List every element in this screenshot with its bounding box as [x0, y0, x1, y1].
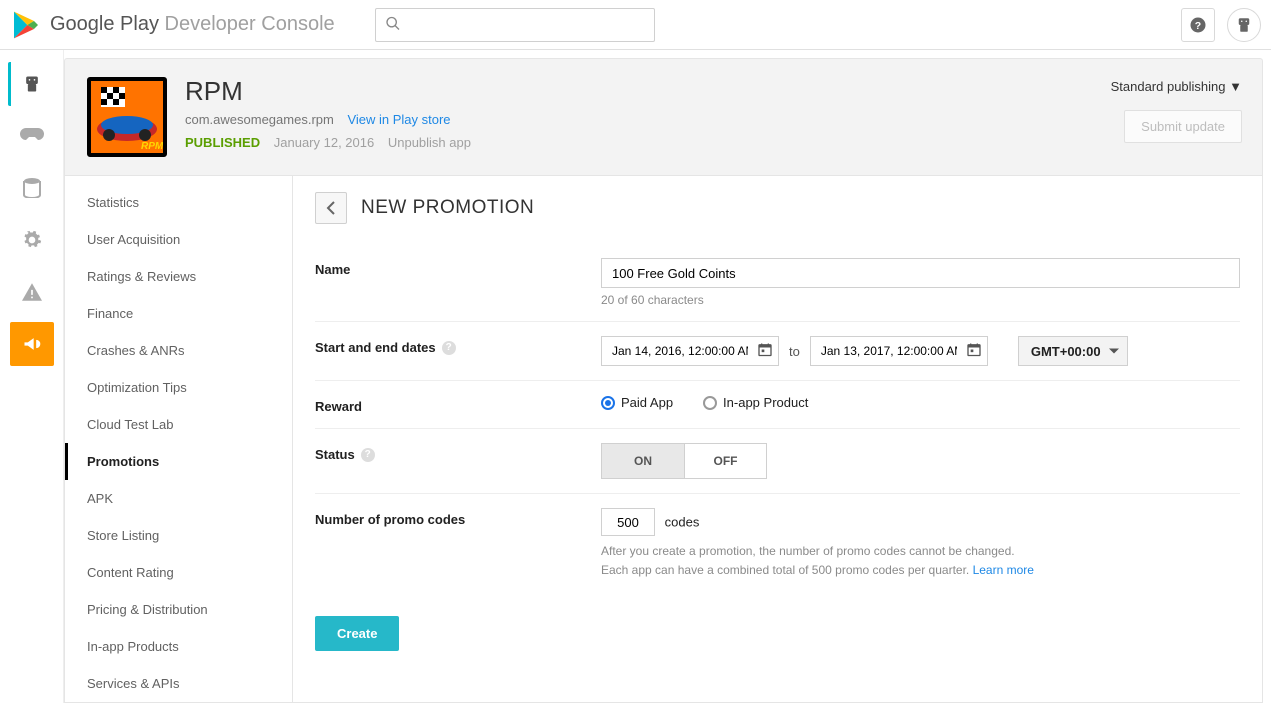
help-button[interactable]: ?	[1181, 8, 1215, 42]
status-label: Status	[315, 447, 355, 462]
promo-codes-label: Number of promo codes	[315, 508, 601, 527]
brand-title: Google Play Developer Console	[50, 13, 335, 36]
publish-status: PUBLISHED	[185, 135, 260, 150]
submit-update-button[interactable]: Submit update	[1124, 110, 1242, 143]
status-help-icon[interactable]: ?	[361, 448, 375, 462]
back-button[interactable]	[315, 192, 347, 224]
dates-help-icon[interactable]: ?	[442, 341, 456, 355]
sidebar-item-store-listing[interactable]: Store Listing	[65, 517, 292, 554]
radio-checked-icon	[601, 396, 615, 410]
rail-item-android[interactable]	[8, 62, 52, 106]
rail-item-promotions[interactable]	[10, 322, 54, 366]
search-icon	[385, 15, 401, 34]
sidebar-item-crashes-anrs[interactable]: Crashes & ANRs	[65, 332, 292, 369]
promotion-name-input[interactable]	[601, 258, 1240, 288]
main-content: NEW PROMOTION Name 20 of 60 characters S…	[293, 176, 1262, 702]
play-logo-icon	[10, 9, 42, 41]
name-label: Name	[315, 258, 601, 277]
sidebar-item-promotions[interactable]: Promotions	[65, 443, 292, 480]
end-date-input[interactable]	[810, 336, 988, 366]
sidebar-item-in-app-products[interactable]: In-app Products	[65, 628, 292, 665]
reward-paid-app-radio[interactable]: Paid App	[601, 395, 673, 410]
app-header: RPM RPM com.awesomegames.rpm View in Pla…	[64, 58, 1263, 176]
sidebar-item-cloud-test-lab[interactable]: Cloud Test Lab	[65, 406, 292, 443]
create-button[interactable]: Create	[315, 616, 399, 651]
app-title: RPM	[185, 77, 471, 106]
rail-item-games[interactable]	[10, 114, 54, 158]
reward-label: Reward	[315, 395, 601, 414]
icon-rail	[0, 50, 64, 703]
start-date-input[interactable]	[601, 336, 779, 366]
rail-item-alerts[interactable]	[10, 270, 54, 314]
reward-in-app-product-radio[interactable]: In-app Product	[703, 395, 808, 410]
rail-item-settings[interactable]	[10, 218, 54, 262]
codes-unit: codes	[665, 515, 700, 530]
sidebar-item-finance[interactable]: Finance	[65, 295, 292, 332]
view-in-store-link[interactable]: View in Play store	[347, 112, 450, 127]
sidebar-item-optimization-tips[interactable]: Optimization Tips	[65, 369, 292, 406]
sidebar-item-user-acquisition[interactable]: User Acquisition	[65, 221, 292, 258]
svg-text:?: ?	[1195, 19, 1201, 31]
publishing-mode-dropdown[interactable]: Standard publishing ▼	[1111, 79, 1242, 94]
publish-date: January 12, 2016	[274, 135, 374, 150]
sidebar-item-statistics[interactable]: Statistics	[65, 184, 292, 221]
dates-label: Start and end dates	[315, 340, 436, 355]
sidebar-item-content-rating[interactable]: Content Rating	[65, 554, 292, 591]
radio-unchecked-icon	[703, 396, 717, 410]
unpublish-link[interactable]: Unpublish app	[388, 135, 471, 150]
svg-text:RPM: RPM	[141, 141, 163, 152]
package-name: com.awesomegames.rpm	[185, 112, 334, 127]
sidebar: Statistics User Acquisition Ratings & Re…	[65, 176, 293, 702]
to-label: to	[789, 344, 800, 359]
learn-more-link[interactable]: Learn more	[973, 563, 1034, 577]
status-on-button[interactable]: ON	[602, 444, 684, 478]
page-title: NEW PROMOTION	[361, 197, 534, 219]
sidebar-item-apk[interactable]: APK	[65, 480, 292, 517]
codes-note-2: Each app can have a combined total of 50…	[601, 563, 973, 577]
timezone-select[interactable]: GMT+00:00	[1018, 336, 1128, 366]
rail-item-storage[interactable]	[10, 166, 54, 210]
codes-note-1: After you create a promotion, the number…	[601, 542, 1240, 561]
status-off-button[interactable]: OFF	[684, 444, 766, 478]
app-icon: RPM	[87, 77, 167, 157]
name-char-count: 20 of 60 characters	[601, 293, 1240, 307]
search-wrap	[375, 8, 655, 42]
account-avatar[interactable]	[1227, 8, 1261, 42]
search-input[interactable]	[375, 8, 655, 42]
topbar: Google Play Developer Console ?	[0, 0, 1271, 50]
promo-codes-input[interactable]	[601, 508, 655, 536]
sidebar-item-pricing-distribution[interactable]: Pricing & Distribution	[65, 591, 292, 628]
sidebar-item-services-apis[interactable]: Services & APIs	[65, 665, 292, 702]
status-toggle: ON OFF	[601, 443, 767, 479]
sidebar-item-ratings-reviews[interactable]: Ratings & Reviews	[65, 258, 292, 295]
